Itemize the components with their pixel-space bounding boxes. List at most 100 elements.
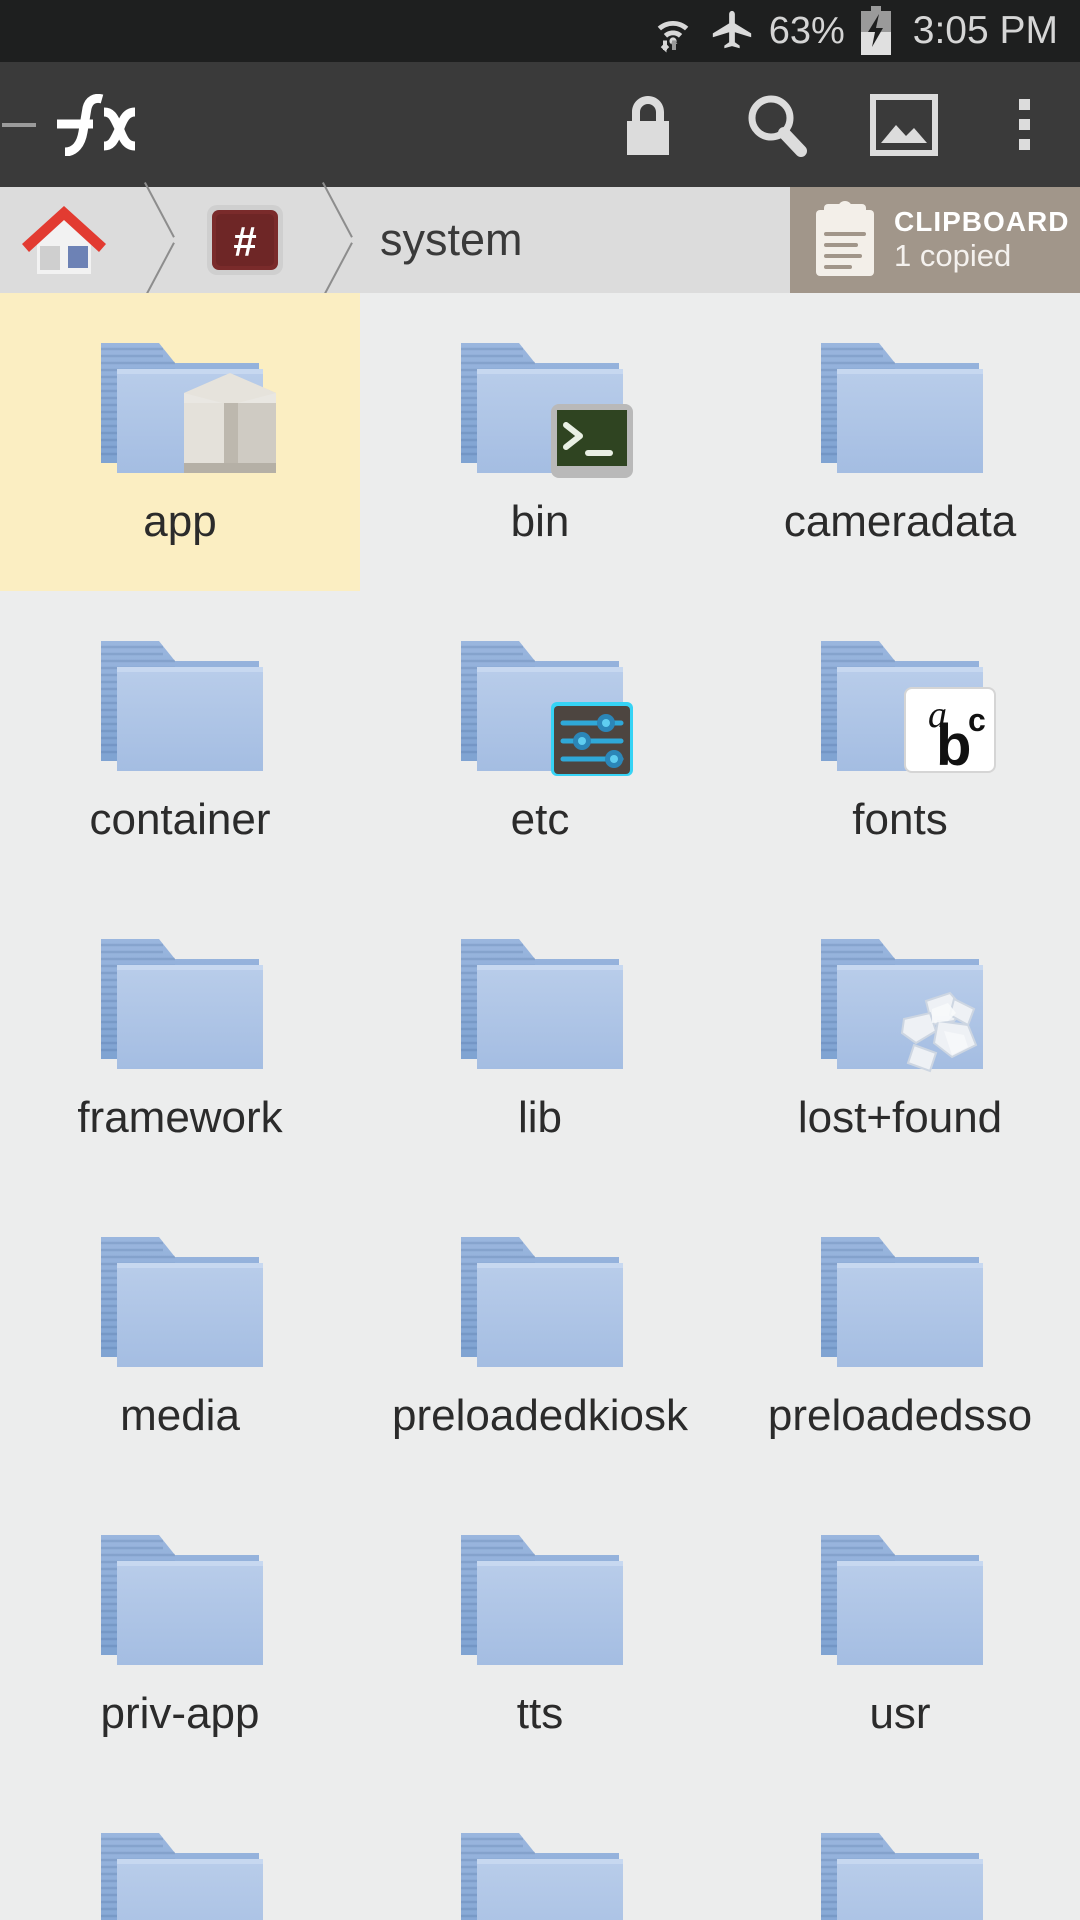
- file-grid-item[interactable]: preloadedsso: [720, 1187, 1080, 1485]
- file-grid-item[interactable]: [0, 1783, 360, 1920]
- breadcrumb-label: system: [380, 214, 523, 265]
- battery-charging-icon: [859, 6, 893, 56]
- file-grid-item-label: usr: [869, 1689, 931, 1738]
- search-icon: [748, 95, 807, 157]
- file-grid-item[interactable]: app: [0, 293, 360, 591]
- overflow-button[interactable]: [968, 62, 1080, 187]
- folder-icon-wrapper: [80, 1213, 280, 1383]
- folder-icon-wrapper: [80, 617, 280, 787]
- folder-icon: [461, 1535, 623, 1665]
- file-grid-item-label: tts: [516, 1689, 564, 1738]
- crumpled-paper-icon: [900, 991, 978, 1073]
- file-grid-item-label: preloadedsso: [767, 1391, 1033, 1440]
- folder-icon: [821, 343, 983, 473]
- file-grid-item[interactable]: media: [0, 1187, 360, 1485]
- file-grid-item-label: bin: [510, 497, 570, 546]
- file-grid-item[interactable]: [720, 1783, 1080, 1920]
- folder-icon: [461, 1237, 623, 1367]
- folder-icon: [461, 1833, 623, 1920]
- folder-icon-wrapper: [80, 1511, 280, 1681]
- file-grid-item-label: container: [89, 795, 271, 844]
- file-grid-item[interactable]: etc: [360, 591, 720, 889]
- breadcrumb-home[interactable]: [0, 187, 140, 293]
- file-grid-item[interactable]: usr: [720, 1485, 1080, 1783]
- folder-icon-wrapper: [440, 915, 640, 1085]
- folder-icon-wrapper: [440, 319, 640, 489]
- file-grid-item[interactable]: bin: [360, 293, 720, 591]
- settings-sliders-icon: [551, 702, 633, 776]
- folder-icon: [101, 1237, 263, 1367]
- folder-icon-wrapper: [440, 617, 640, 787]
- file-grid-item-label: media: [120, 1391, 240, 1440]
- file-grid: app bin cameradata container etc a b c f…: [0, 293, 1080, 1920]
- folder-icon-wrapper: [440, 1809, 640, 1920]
- clipboard-title: CLIPBOARD: [894, 206, 1070, 238]
- svg-text:c: c: [968, 702, 986, 738]
- folder-icon: [101, 1535, 263, 1665]
- breadcrumb-system[interactable]: system: [362, 187, 553, 293]
- file-grid-item-label: lost+found: [797, 1093, 1003, 1142]
- folder-icon-wrapper: [800, 1809, 1000, 1920]
- overflow-menu-icon: [1018, 99, 1030, 150]
- folder-icon: [101, 641, 263, 771]
- svg-text:b: b: [936, 713, 971, 773]
- folder-icon-wrapper: [80, 915, 280, 1085]
- search-button[interactable]: [712, 62, 840, 187]
- folder-icon-wrapper: [80, 319, 280, 489]
- file-grid-item[interactable]: lost+found: [720, 889, 1080, 1187]
- root-hash-icon: #: [207, 205, 283, 275]
- status-bar: 63% 3:05 PM: [0, 0, 1080, 62]
- file-grid-item-label: etc: [510, 795, 570, 844]
- svg-text:#: #: [233, 218, 256, 265]
- file-grid-item-label: app: [143, 497, 217, 546]
- folder-icon: [821, 1833, 983, 1920]
- breadcrumb: # system CLIPBOARD 1 copied: [0, 187, 1080, 293]
- folder-icon-wrapper: [440, 1213, 640, 1383]
- fx-logo[interactable]: [48, 93, 158, 156]
- folder-icon-wrapper: [800, 1213, 1000, 1383]
- folder-icon-wrapper: [800, 1511, 1000, 1681]
- file-grid-item[interactable]: a b c fonts: [720, 591, 1080, 889]
- file-grid-item-label: cameradata: [783, 497, 1017, 546]
- file-grid-item[interactable]: priv-app: [0, 1485, 360, 1783]
- home-icon: [22, 206, 106, 274]
- font-abc-icon: a b c: [904, 687, 996, 773]
- file-grid-item[interactable]: tts: [360, 1485, 720, 1783]
- battery-percent: 63%: [768, 10, 845, 52]
- folder-icon-wrapper: [440, 1511, 640, 1681]
- drawer-handle-icon[interactable]: [2, 122, 36, 127]
- terminal-icon: [551, 404, 633, 478]
- airplane-mode-icon: [709, 8, 755, 54]
- clipboard-subtitle: 1 copied: [894, 238, 1012, 274]
- app-bar-actions: [584, 62, 1080, 187]
- file-grid-item[interactable]: preloadedkiosk: [360, 1187, 720, 1485]
- clipboard-icon: [816, 201, 874, 276]
- folder-icon-wrapper: a b c: [800, 617, 1000, 787]
- lock-icon: [627, 95, 669, 155]
- file-grid-item[interactable]: [360, 1783, 720, 1920]
- status-bar-clock: 3:05 PM: [912, 9, 1058, 52]
- folder-icon-wrapper: [800, 915, 1000, 1085]
- folder-icon: [821, 1535, 983, 1665]
- file-grid-item-label: preloadedkiosk: [392, 1391, 688, 1440]
- lock-button[interactable]: [584, 62, 712, 187]
- package-icon: [184, 373, 276, 473]
- wifi-transfer-icon: [651, 9, 695, 53]
- file-grid-item-label: framework: [77, 1093, 283, 1142]
- file-grid-item-label: fonts: [852, 795, 948, 844]
- file-grid-item[interactable]: framework: [0, 889, 360, 1187]
- folder-icon: [461, 939, 623, 1069]
- folder-icon: [821, 1237, 983, 1367]
- breadcrumb-separator-2: [318, 187, 362, 293]
- folder-icon-wrapper: [80, 1809, 280, 1920]
- gallery-button[interactable]: [840, 62, 968, 187]
- breadcrumb-root[interactable]: #: [184, 187, 318, 293]
- file-grid-item-label: priv-app: [100, 1689, 260, 1738]
- folder-icon: [101, 939, 263, 1069]
- clipboard-button[interactable]: CLIPBOARD 1 copied: [790, 187, 1080, 293]
- folder-icon-wrapper: [800, 319, 1000, 489]
- file-grid-item[interactable]: cameradata: [720, 293, 1080, 591]
- file-grid-item[interactable]: container: [0, 591, 360, 889]
- image-icon: [870, 93, 938, 156]
- file-grid-item[interactable]: lib: [360, 889, 720, 1187]
